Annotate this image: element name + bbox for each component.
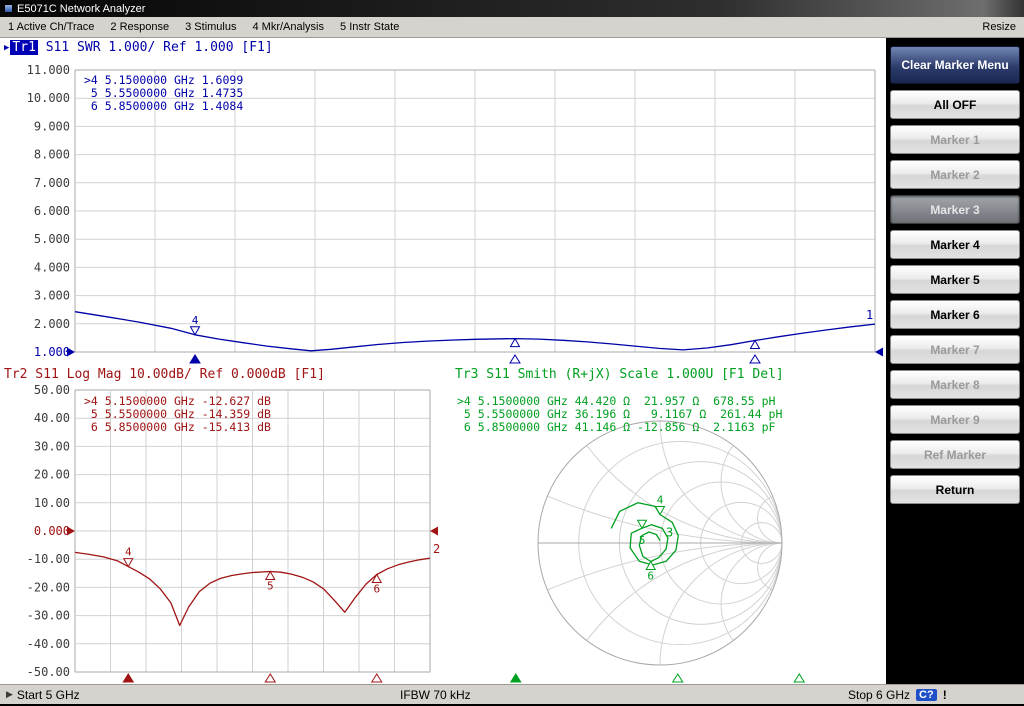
tr2-marker-4[interactable]: 4 xyxy=(123,546,133,682)
tr2-marker-table: >4 5.1500000 GHz -12.627 dB 5 5.5500000 … xyxy=(84,395,271,434)
window-title: E5071C Network Analyzer xyxy=(17,3,145,15)
softkey-marker-8: Marker 8 xyxy=(890,370,1020,399)
title-bar: E5071C Network Analyzer xyxy=(0,0,1024,17)
stop-frequency: Stop 6 GHz xyxy=(848,688,910,702)
svg-text:3.000: 3.000 xyxy=(34,289,70,303)
tr1-chip: Tr1 xyxy=(10,40,37,55)
svg-text:6: 6 xyxy=(647,570,654,583)
marker-table-row: 6 5.8500000 GHz 41.146 Ω -12.856 Ω 2.116… xyxy=(457,421,782,434)
svg-text:1: 1 xyxy=(866,308,873,322)
svg-text:30.00: 30.00 xyxy=(34,439,70,453)
tr3-marker-6[interactable]: 6 xyxy=(646,562,804,682)
tr1-marker-table: >4 5.1500000 GHz 1.6099 5 5.5500000 GHz … xyxy=(84,74,243,113)
svg-text:4: 4 xyxy=(125,546,132,559)
softkey-marker-7: Marker 7 xyxy=(890,335,1020,364)
svg-text:-40.00: -40.00 xyxy=(27,637,70,651)
tr3-header-text: Tr3 S11 Smith (R+jX) Scale 1.000U [F1 De… xyxy=(455,367,784,382)
svg-text:20.00: 20.00 xyxy=(34,468,70,482)
svg-text:40.00: 40.00 xyxy=(34,411,70,425)
menu-item-3-stimulus[interactable]: 3 Stimulus xyxy=(177,18,244,36)
charts-canvas: 11.00010.0009.0008.0007.0006.0005.0004.0… xyxy=(0,38,886,684)
svg-text:11.000: 11.000 xyxy=(27,63,70,77)
svg-text:9.000: 9.000 xyxy=(34,119,70,133)
tr3-header[interactable]: Tr3 S11 Smith (R+jX) Scale 1.000U [F1 De… xyxy=(455,367,784,382)
svg-text:50.00: 50.00 xyxy=(34,383,70,397)
softkey-ref-marker: Ref Marker xyxy=(890,440,1020,469)
chart-area: 11.00010.0009.0008.0007.0006.0005.0004.0… xyxy=(0,38,886,684)
menu-items: 1 Active Ch/Trace2 Response3 Stimulus4 M… xyxy=(0,18,407,36)
svg-text:-30.00: -30.00 xyxy=(27,609,70,623)
softkey-panel: Clear Marker Menu All OFF Marker 1 Marker … xyxy=(886,38,1024,684)
tr2-header-text: Tr2 S11 Log Mag 10.00dB/ Ref 0.000dB [F1… xyxy=(4,367,325,382)
status-right-group: Stop 6 GHz C? ! xyxy=(848,688,947,702)
svg-text:4: 4 xyxy=(192,314,199,327)
tr1-header[interactable]: ▶Tr1 S11 SWR 1.000/ Ref 1.000 [F1] xyxy=(4,40,273,55)
ifbw-value: IFBW 70 kHz xyxy=(400,688,471,702)
tr1-header-text: S11 SWR 1.000/ Ref 1.000 [F1] xyxy=(38,40,273,55)
tr2-header[interactable]: Tr2 S11 Log Mag 10.00dB/ Ref 0.000dB [F1… xyxy=(4,367,325,382)
softkey-marker-5[interactable]: Marker 5 xyxy=(890,265,1020,294)
svg-text:-10.00: -10.00 xyxy=(27,552,70,566)
softkey-marker-2: Marker 2 xyxy=(890,160,1020,189)
menu-item-4-mkr-analysis[interactable]: 4 Mkr/Analysis xyxy=(244,18,332,36)
svg-text:8.000: 8.000 xyxy=(34,148,70,162)
svg-text:4.000: 4.000 xyxy=(34,260,70,274)
svg-text:6.000: 6.000 xyxy=(34,204,70,218)
marker-table-row: 6 5.8500000 GHz 1.4084 xyxy=(84,100,243,113)
svg-text:0.000: 0.000 xyxy=(34,524,70,538)
svg-text:5.000: 5.000 xyxy=(34,232,70,246)
svg-text:5: 5 xyxy=(639,534,646,547)
softkey-return[interactable]: Return xyxy=(890,475,1020,504)
svg-text:3: 3 xyxy=(666,526,673,540)
menu-bar: 1 Active Ch/Trace2 Response3 Stimulus4 M… xyxy=(0,17,1024,38)
menu-item-5-instr-state[interactable]: 5 Instr State xyxy=(332,18,407,36)
start-frequency: Start 5 GHz xyxy=(17,688,80,702)
menu-resize[interactable]: Resize xyxy=(974,18,1024,36)
active-trace-arrow: ▶ xyxy=(4,43,9,53)
svg-text:1.000: 1.000 xyxy=(34,345,70,359)
svg-text:6: 6 xyxy=(373,582,380,595)
tr3-marker-table: >4 5.1500000 GHz 44.420 Ω 21.957 Ω 678.5… xyxy=(457,395,782,434)
svg-text:7.000: 7.000 xyxy=(34,176,70,190)
softkey-menu-title: Clear Marker Menu xyxy=(890,46,1020,84)
status-bar: ▶ Start 5 GHz IFBW 70 kHz Stop 6 GHz C? … xyxy=(0,684,1024,704)
softkey-marker-4[interactable]: Marker 4 xyxy=(890,230,1020,259)
svg-text:10.000: 10.000 xyxy=(27,91,70,105)
softkey-menu-title-text: Clear Marker Menu xyxy=(901,58,1008,72)
correction-badge: C? xyxy=(916,689,937,701)
softkey-all-off[interactable]: All OFF xyxy=(890,90,1020,119)
alert-icon: ! xyxy=(943,688,947,702)
svg-text:5: 5 xyxy=(267,579,274,592)
svg-text:10.00: 10.00 xyxy=(34,496,70,510)
app-window: E5071C Network Analyzer 1 Active Ch/Trac… xyxy=(0,0,1024,706)
svg-text:2: 2 xyxy=(433,542,440,556)
tr1-marker-4[interactable]: 4 xyxy=(190,314,200,363)
main-area: 11.00010.0009.0008.0007.0006.0005.0004.0… xyxy=(0,38,1024,684)
softkey-marker-9: Marker 9 xyxy=(890,405,1020,434)
svg-text:4: 4 xyxy=(657,493,664,506)
softkey-marker-6[interactable]: Marker 6 xyxy=(890,300,1020,329)
softkey-buttons: All OFF Marker 1 Marker 2 Marker 3 Marker 4 M… xyxy=(890,90,1020,504)
tr2-marker-5[interactable]: 5 xyxy=(265,571,275,682)
svg-text:-50.00: -50.00 xyxy=(27,665,70,679)
menu-item-2-response[interactable]: 2 Response xyxy=(102,18,177,36)
tr2-marker-6[interactable]: 6 xyxy=(372,574,382,682)
softkey-marker-3[interactable]: Marker 3 xyxy=(890,195,1020,224)
menu-item-1-active-ch-trace[interactable]: 1 Active Ch/Trace xyxy=(0,18,102,36)
svg-text:2.000: 2.000 xyxy=(34,317,70,331)
app-icon xyxy=(4,4,13,13)
marker-table-row: 6 5.8500000 GHz -15.413 dB xyxy=(84,421,271,434)
softkey-marker-1: Marker 1 xyxy=(890,125,1020,154)
svg-text:-20.00: -20.00 xyxy=(27,580,70,594)
status-arrow-icon: ▶ xyxy=(6,689,13,700)
tr1-marker-5[interactable] xyxy=(510,339,520,363)
